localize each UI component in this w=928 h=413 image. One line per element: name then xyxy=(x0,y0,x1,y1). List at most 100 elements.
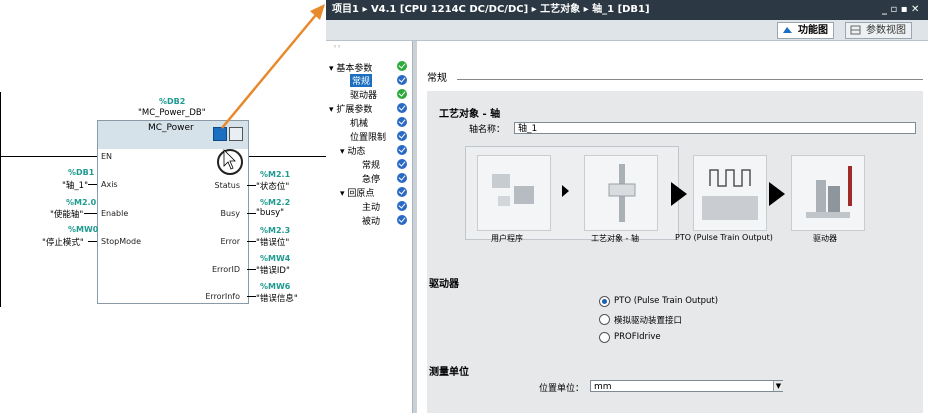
output-status-wire xyxy=(247,185,256,186)
pin-enable: Enable xyxy=(101,209,129,218)
parameter-view-icon xyxy=(850,25,861,35)
drive-section-title: 驱动器 xyxy=(429,279,459,290)
nav-item-homing[interactable]: ▾ 回原点 xyxy=(340,186,374,199)
output-errorinfo-name[interactable]: "错误信息" xyxy=(256,292,298,304)
status-ok-icon xyxy=(397,117,407,127)
output-status-name[interactable]: "状态位" xyxy=(256,180,289,192)
radio-pto-label[interactable]: PTO (Pulse Train Output) xyxy=(614,296,718,306)
output-errorid-name[interactable]: "错误ID" xyxy=(256,264,290,276)
position-unit-label: 位置单位： xyxy=(539,384,585,394)
unit-section-title: 测量单位 xyxy=(429,367,469,378)
radio-analog-drive[interactable] xyxy=(599,314,610,325)
nav-item-active-homing[interactable]: 主动 xyxy=(362,200,380,213)
en-pin: EN xyxy=(101,152,113,161)
status-ok-icon xyxy=(397,75,407,85)
output-error-num: %M2.3 xyxy=(260,226,291,235)
pin-status: Status xyxy=(214,181,241,190)
nav-item-dynamics[interactable]: ▾ 动态 xyxy=(340,144,365,157)
user-program-icon[interactable] xyxy=(477,155,551,231)
flow-arrow-icon xyxy=(671,182,687,206)
nav-item-position-limits[interactable]: 位置限制 xyxy=(350,130,386,143)
status-ok-icon xyxy=(397,215,407,225)
block-name: MC_Power xyxy=(148,123,194,133)
input-axis-num: %DB1 xyxy=(68,168,95,177)
tech-object-editor: 项目1 ▸ V4.1 [CPU 1214C DC/DC/DC] ▸ 工艺对象 ▸… xyxy=(326,0,928,413)
status-ok-icon xyxy=(397,201,407,211)
output-error-wire xyxy=(247,241,256,242)
radio-pto[interactable] xyxy=(599,296,610,307)
nav-item-basic-params[interactable]: ▾ 基本参数 xyxy=(329,61,372,74)
output-errorid-num: %MW4 xyxy=(260,254,291,263)
input-stopmode-num: %MW0 xyxy=(68,225,99,234)
nav-toggle-icon[interactable]: ◦◦ xyxy=(333,43,341,51)
nav-item-dynamics-general[interactable]: 常规 xyxy=(362,158,380,171)
instance-db-name[interactable]: "MC_Power_DB" xyxy=(138,108,206,118)
pin-busy: Busy xyxy=(220,209,240,218)
input-axis-wire xyxy=(88,184,97,185)
output-errorid-wire xyxy=(247,269,256,270)
caption-drive: 驱动器 xyxy=(813,234,837,243)
output-errorinfo-num: %MW6 xyxy=(260,282,291,291)
input-enable-wire xyxy=(84,213,97,214)
flow-arrow-icon xyxy=(562,185,569,197)
tab-parameter-label: 参数视图 xyxy=(866,25,906,36)
window-controls-icon[interactable]: _ ▫ ▪ ✕ xyxy=(882,0,919,20)
output-busy-wire xyxy=(247,213,256,214)
tech-object-title: 工艺对象 - 轴 xyxy=(439,109,501,120)
status-ok-icon xyxy=(397,145,407,155)
axis-object-icon[interactable] xyxy=(584,155,658,231)
output-error-name[interactable]: "错误位" xyxy=(256,236,289,248)
input-enable-name[interactable]: "使能轴" xyxy=(50,208,83,220)
parameter-content: 常规 工艺对象 - 轴 轴名称： 轴_1 用户程序 工艺对象 - 轴 PTO (… xyxy=(417,41,928,413)
radio-profidrive[interactable] xyxy=(599,332,610,343)
pin-axis: Axis xyxy=(101,180,118,189)
general-panel: 工艺对象 - 轴 轴名称： 轴_1 用户程序 工艺对象 - 轴 PTO (Pul… xyxy=(427,91,923,413)
view-tabs: 功能图 参数视图 xyxy=(326,20,928,41)
nav-item-passive-homing[interactable]: 被动 xyxy=(362,214,380,227)
pto-icon[interactable] xyxy=(693,155,767,231)
parameter-nav-tree: ◦◦ ▾ 基本参数 常规 驱动器 ▾ 扩展参数 机械 位置限制 ▾ 动态 常规 … xyxy=(326,41,412,413)
output-busy-name[interactable]: "busy" xyxy=(256,208,284,218)
instance-db-number: %DB2 xyxy=(159,97,186,106)
nav-item-extended-params[interactable]: ▾ 扩展参数 xyxy=(329,102,372,115)
callout-arrow xyxy=(217,4,325,175)
tab-function-label: 功能图 xyxy=(798,25,828,36)
status-ok-icon xyxy=(397,159,407,169)
left-power-rail xyxy=(0,92,1,307)
chevron-down-icon[interactable]: ▼ xyxy=(773,381,783,391)
position-unit-select[interactable]: mm xyxy=(590,380,783,392)
caption-tech-object: 工艺对象 - 轴 xyxy=(591,234,639,243)
input-axis-name[interactable]: "轴_1" xyxy=(62,179,88,191)
function-view-icon xyxy=(783,27,792,33)
nav-item-drive[interactable]: 驱动器 xyxy=(350,88,377,101)
input-stopmode-name[interactable]: "停止模式" xyxy=(42,236,84,248)
nav-item-emergency-stop[interactable]: 急停 xyxy=(362,172,380,185)
status-ok-icon xyxy=(397,61,407,71)
status-ok-icon xyxy=(397,131,407,141)
section-general-title: 常规 xyxy=(427,73,447,84)
input-stopmode-wire xyxy=(88,241,97,242)
tab-function-view[interactable]: 功能图 xyxy=(777,22,834,39)
breadcrumb: 项目1 ▸ V4.1 [CPU 1214C DC/DC/DC] ▸ 工艺对象 ▸… xyxy=(332,4,650,15)
radio-analog-drive-label[interactable]: 模拟驱动装置接口 xyxy=(614,314,682,326)
pin-error: Error xyxy=(220,237,241,246)
pin-errorid: ErrorID xyxy=(211,265,240,274)
output-errorinfo-wire xyxy=(247,296,256,297)
status-ok-icon xyxy=(397,173,407,183)
editor-titlebar: 项目1 ▸ V4.1 [CPU 1214C DC/DC/DC] ▸ 工艺对象 ▸… xyxy=(326,0,928,20)
radio-profidrive-label[interactable]: PROFIdrive xyxy=(614,332,661,342)
nav-item-general[interactable]: 常规 xyxy=(350,74,373,87)
en-wire xyxy=(0,156,97,157)
pin-stopmode: StopMode xyxy=(101,237,141,246)
status-ok-icon xyxy=(397,89,407,99)
section-divider xyxy=(457,79,923,80)
input-enable-num: %M2.0 xyxy=(66,198,97,207)
nav-item-mechanics[interactable]: 机械 xyxy=(350,116,368,129)
axis-name-input[interactable]: 轴_1 xyxy=(514,122,916,134)
axis-name-label: 轴名称： xyxy=(469,125,506,135)
tab-parameter-view[interactable]: 参数视图 xyxy=(845,22,912,39)
drive-icon[interactable] xyxy=(791,155,865,231)
status-ok-icon xyxy=(397,103,407,113)
output-busy-num: %M2.2 xyxy=(260,198,291,207)
flow-arrow-icon xyxy=(769,182,785,206)
